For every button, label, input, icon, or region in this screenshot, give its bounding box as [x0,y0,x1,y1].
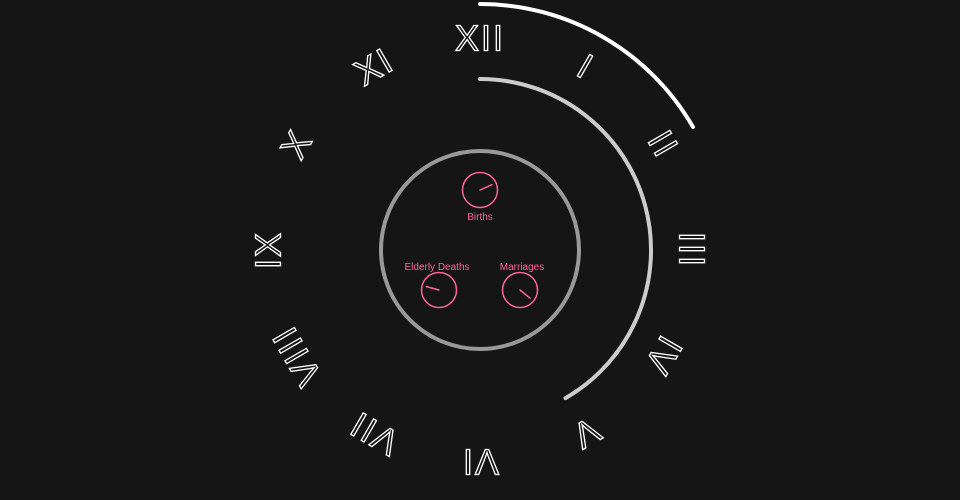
births-dial: Births [461,171,499,223]
numeral-viii: VIII [263,319,330,393]
elderly-deaths-label: Elderly Deaths [404,262,469,273]
inner-progress-arc [478,77,654,401]
clock-face-ring [379,149,581,351]
marriages-dial: Marriages [500,262,544,309]
numeral-x: X [272,122,321,165]
numeral-iv: IV [636,329,691,382]
numeral-xii: XII [455,18,505,59]
numeral-xi: XI [347,39,400,94]
numeral-ix: IX [248,231,289,269]
numeral-v: V [564,409,607,458]
births-label: Births [467,212,493,223]
numeral-iii: III [672,232,713,268]
numeral-i: I [571,46,602,88]
clock-visualization: XIIIIIIIIIVVVIVIIVIIIIXXXI Births Elderl… [247,2,713,483]
elderly-deaths-dial: Elderly Deaths [404,262,470,309]
numeral-vii: VII [342,403,406,464]
marriages-label: Marriages [500,262,544,273]
numeral-vi: VI [461,442,499,483]
hour-numerals: XIIIIIIIIIVVVIVIIVIIIIXXXI [247,17,713,483]
numeral-ii: II [640,123,688,164]
